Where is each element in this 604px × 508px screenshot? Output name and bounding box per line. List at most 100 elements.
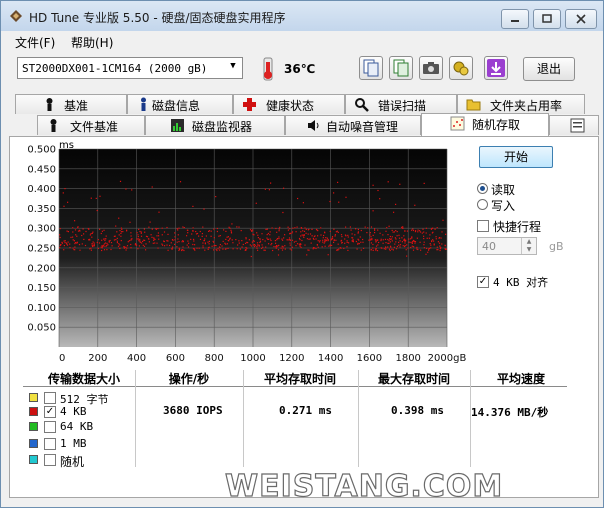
row-checkbox-1mb[interactable] xyxy=(44,438,56,450)
scatter-point xyxy=(275,247,277,249)
scatter-point xyxy=(347,249,349,251)
spinner-arrows-icon[interactable]: ▲ ▼ xyxy=(521,238,536,254)
scatter-point xyxy=(245,238,247,240)
scatter-point xyxy=(202,242,204,244)
scatter-point xyxy=(215,245,217,247)
scatter-point xyxy=(183,249,185,252)
menu-help[interactable]: 帮助(H) xyxy=(71,34,113,51)
tab-disk-info[interactable]: 磁盘信息 xyxy=(127,94,233,114)
scatter-point xyxy=(225,243,227,245)
scatter-point xyxy=(196,232,199,235)
scatter-point xyxy=(267,232,269,235)
scatter-point xyxy=(308,238,310,240)
download-button[interactable] xyxy=(484,56,508,80)
scatter-point xyxy=(399,240,401,242)
scatter-point xyxy=(327,254,329,256)
copy-button[interactable] xyxy=(359,56,383,80)
menu-file[interactable]: 文件(F) xyxy=(15,34,55,51)
scatter-point xyxy=(164,245,166,247)
scatter-point xyxy=(377,189,379,192)
scatter-point xyxy=(219,249,221,251)
scatter-point xyxy=(440,246,442,249)
scatter-point xyxy=(140,231,142,233)
scatter-point xyxy=(100,246,102,248)
scatter-point xyxy=(425,227,427,229)
tab-error-scan[interactable]: 错误扫描 xyxy=(345,94,457,114)
scatter-point xyxy=(442,219,444,221)
exit-button[interactable]: 退出 xyxy=(523,57,575,81)
scatter-point xyxy=(360,229,362,232)
scatter-point xyxy=(145,249,147,251)
scatter-point xyxy=(289,232,291,234)
scatter-point xyxy=(324,239,326,241)
scatter-point xyxy=(59,228,61,230)
tab-noise-management[interactable]: 自动噪音管理 xyxy=(285,115,421,135)
read-radio[interactable] xyxy=(477,183,488,194)
scatter-point xyxy=(431,232,433,234)
scatter-point xyxy=(274,240,276,242)
scatter-point xyxy=(284,248,286,250)
row-checkbox-512[interactable] xyxy=(44,392,56,404)
copy-text-button[interactable] xyxy=(389,56,413,80)
tab-more[interactable] xyxy=(549,115,599,135)
scatter-point xyxy=(161,227,163,229)
scatter-point xyxy=(379,232,381,234)
scatter-point xyxy=(375,249,377,251)
scatter-point xyxy=(327,238,329,241)
scatter-point xyxy=(265,228,267,230)
start-button[interactable]: 开始 xyxy=(479,146,553,168)
scatter-point xyxy=(257,237,259,239)
options-button[interactable] xyxy=(449,56,473,80)
scatter-point xyxy=(428,249,430,251)
row-checkbox-random[interactable] xyxy=(44,454,56,466)
window-title: HD Tune 专业版 5.50 - 硬盘/固态硬盘实用程序 xyxy=(29,11,286,25)
scatter-point xyxy=(118,243,120,245)
scatter-point xyxy=(178,241,180,243)
scatter-point xyxy=(198,235,200,237)
scatter-point xyxy=(84,244,87,247)
short-stroke-value: 40 xyxy=(482,240,496,253)
scatter-point xyxy=(324,245,326,247)
row-checkbox-4kb[interactable]: ✓ xyxy=(44,406,56,418)
scatter-point xyxy=(282,239,284,241)
y-tick-label: 0.050 xyxy=(27,323,56,334)
tab-folder-usage[interactable]: 文件夹占用率 xyxy=(457,94,585,114)
scatter-point xyxy=(294,227,296,229)
scatter-point xyxy=(115,225,117,227)
drive-select[interactable]: ST2000DX001-1CM164 (2000 gB) ▼ xyxy=(17,57,243,79)
scatter-point xyxy=(302,230,304,232)
tab-random-access[interactable]: 随机存取 xyxy=(421,113,549,136)
tab-file-benchmark[interactable]: 文件基准 xyxy=(37,115,145,135)
tab-benchmark[interactable]: 基准 xyxy=(15,94,127,114)
scatter-point xyxy=(63,240,65,242)
scatter-point xyxy=(270,244,272,246)
scatter-point xyxy=(92,245,94,248)
scatter-point xyxy=(310,242,312,244)
short-stroke-checkbox[interactable] xyxy=(477,220,489,232)
scatter-point xyxy=(92,231,94,233)
scatter-point xyxy=(374,232,376,234)
scatter-point xyxy=(420,249,422,251)
scatter-point xyxy=(398,237,401,239)
screenshot-button[interactable] xyxy=(419,56,443,80)
scatter-point xyxy=(210,235,212,237)
scatter-point xyxy=(104,239,106,242)
align-4kb-checkbox[interactable]: ✓ xyxy=(477,276,489,288)
scatter-point xyxy=(305,232,307,234)
scatter-point xyxy=(444,244,446,246)
scatter-point xyxy=(406,244,408,246)
scan-icon xyxy=(355,98,369,112)
row-checkbox-64kb[interactable] xyxy=(44,421,56,433)
minimize-button[interactable] xyxy=(501,9,529,29)
close-button[interactable] xyxy=(565,9,597,29)
scatter-point xyxy=(385,230,387,232)
write-radio[interactable] xyxy=(477,199,488,210)
scatter-point xyxy=(398,241,400,243)
scatter-point xyxy=(296,226,298,228)
tab-health[interactable]: 健康状态 xyxy=(233,94,345,114)
short-stroke-spinner[interactable]: 40 ▲ ▼ xyxy=(477,237,537,255)
maximize-button[interactable] xyxy=(533,9,561,29)
scatter-point xyxy=(289,248,291,250)
tab-disk-monitor[interactable]: 磁盘监视器 xyxy=(145,115,285,135)
legend-swatch-4kb xyxy=(29,407,38,416)
